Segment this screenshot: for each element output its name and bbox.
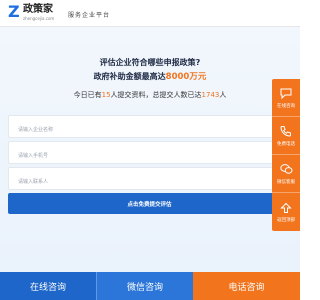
stats-suffix: 人 xyxy=(219,91,227,99)
logo-url: zhengcejia.com xyxy=(23,16,55,21)
bottom-action-bar: 在线咨询 微信咨询 电话咨询 xyxy=(0,272,300,300)
sidebar-item-online-chat[interactable]: 在线咨询 xyxy=(272,79,300,117)
phone-consult-button[interactable]: 电话咨询 xyxy=(193,272,300,300)
wechat-consult-button[interactable]: 微信咨询 xyxy=(96,272,193,300)
wechat-icon xyxy=(279,163,293,176)
sidebar-item-label: 返回顶部 xyxy=(277,218,295,223)
hero-subheadline: 政府补助金额最高达8000万元 xyxy=(0,70,300,82)
submit-evaluation-button[interactable]: 点击免费提交评估 xyxy=(8,193,291,214)
subsidy-amount: 8000万元 xyxy=(165,72,207,82)
stats-middle: 人提交资料，总提交人数已达 xyxy=(110,91,202,99)
header-slogan: 服务企业平台 xyxy=(68,12,111,19)
logo-mark: Z xyxy=(8,2,20,21)
site-logo[interactable]: Z 政策家 zhengcejia.com xyxy=(8,4,54,24)
phone-field xyxy=(8,141,291,167)
sidebar-item-wechat-service[interactable]: 微信客服 xyxy=(272,155,300,193)
logo-name: 政策家 xyxy=(23,4,53,15)
sidebar-item-label: 免费电话 xyxy=(277,141,295,147)
stats-today-count: 15 xyxy=(101,91,111,99)
company-field xyxy=(8,115,291,141)
contact-field xyxy=(8,167,291,193)
sidebar-item-label: 微信客服 xyxy=(277,179,295,185)
phone-input[interactable] xyxy=(9,145,290,167)
sidebar-item-label: 在线咨询 xyxy=(277,103,295,109)
submission-stats: 今日已有15人提交资料，总提交人数已达1743人 xyxy=(0,90,300,100)
stats-prefix: 今日已有 xyxy=(73,91,102,99)
logo-text: 政策家 zhengcejia.com xyxy=(23,4,54,21)
floating-sidebar: 在线咨询 免费电话 微信客服 返回顶部 xyxy=(272,79,300,231)
arrow-up-icon xyxy=(280,201,293,214)
phone-icon xyxy=(280,125,293,138)
online-consult-button[interactable]: 在线咨询 xyxy=(0,272,96,300)
hero-headline: 评估企业符合哪些申报政策? xyxy=(99,58,201,67)
contact-name-input[interactable] xyxy=(9,171,290,193)
sidebar-item-free-phone[interactable]: 免费电话 xyxy=(272,117,300,155)
stats-total-count: 1743 xyxy=(201,91,220,99)
subheadline-prefix: 政府补助金额最高达 xyxy=(93,72,166,81)
chat-icon xyxy=(280,87,293,100)
top-header: Z 政策家 zhengcejia.com 服务企业平台 xyxy=(0,0,300,27)
sidebar-item-back-to-top[interactable]: 返回顶部 xyxy=(272,193,300,231)
company-name-input[interactable] xyxy=(9,119,290,141)
